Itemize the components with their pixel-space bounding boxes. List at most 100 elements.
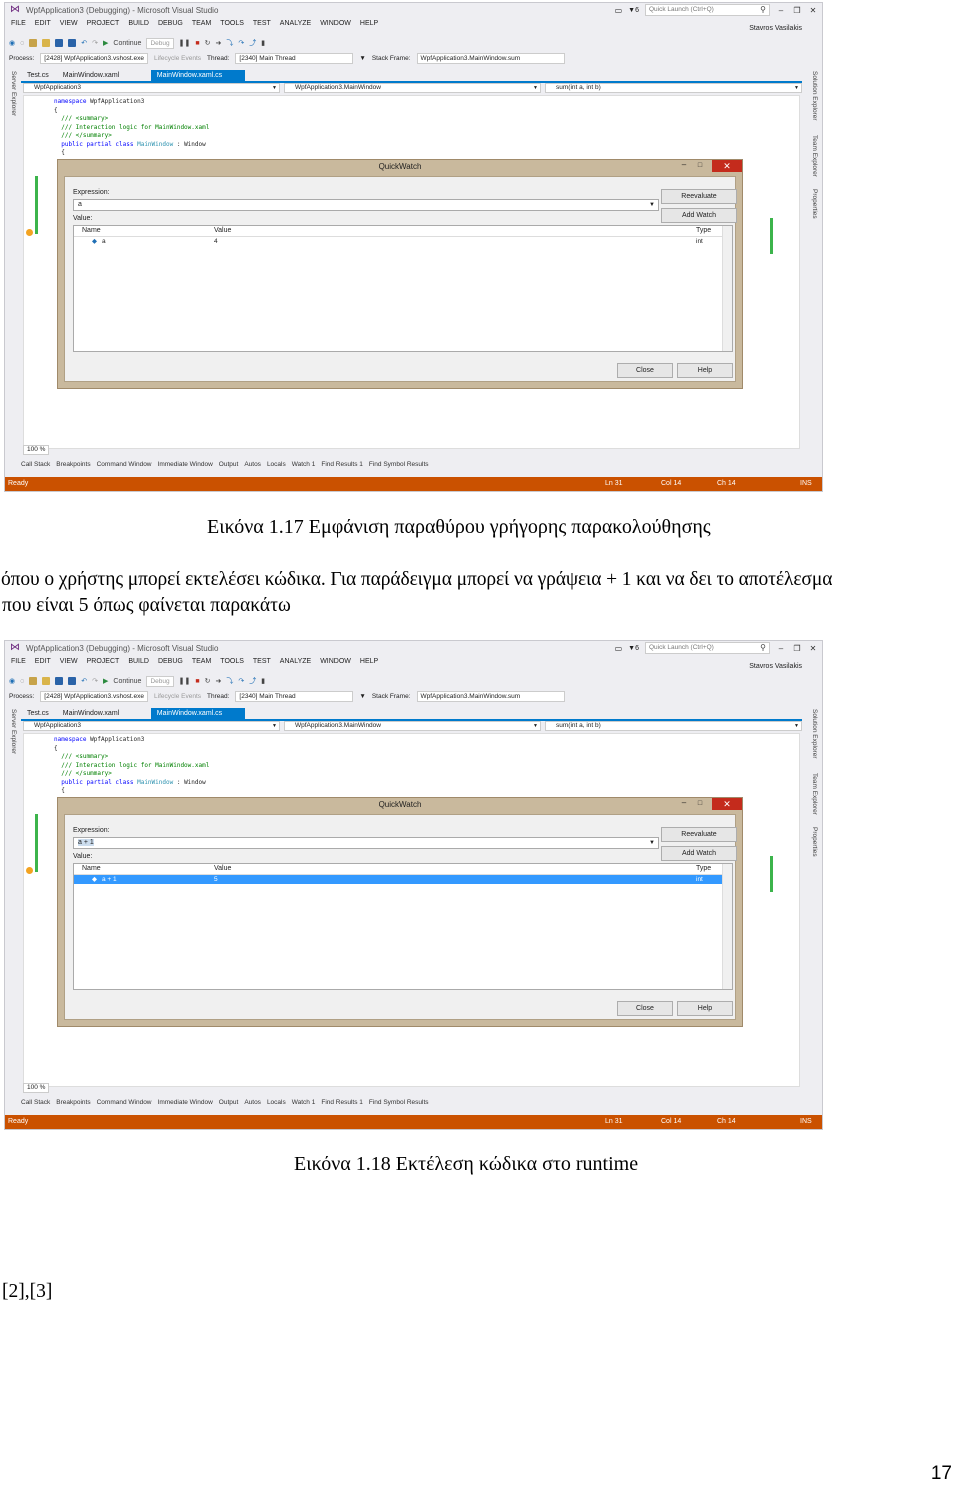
- zoom-dropdown[interactable]: 100 %: [23, 1083, 50, 1093]
- save-icon[interactable]: [55, 39, 64, 47]
- bookmark-icon[interactable]: ▮: [261, 39, 265, 47]
- column-type[interactable]: Type: [696, 226, 711, 236]
- open-icon[interactable]: [42, 677, 51, 685]
- tab-call-stack[interactable]: Call Stack: [21, 1099, 50, 1109]
- tab-breakpoints[interactable]: Breakpoints: [56, 1099, 90, 1109]
- dialog-maximize-button[interactable]: □: [694, 798, 706, 810]
- tab-find-results-1[interactable]: Find Results 1: [321, 461, 363, 471]
- reevaluate-button[interactable]: Reevaluate: [661, 189, 737, 204]
- solution-explorer-tab[interactable]: Solution Explorer: [811, 71, 818, 121]
- pause-icon[interactable]: ❚❚: [179, 677, 191, 685]
- step-into-icon[interactable]: ⤵: [226, 676, 233, 686]
- server-explorer-tab[interactable]: Server Explorer: [10, 71, 17, 116]
- add-watch-button[interactable]: Add Watch: [661, 208, 737, 223]
- step-into-icon[interactable]: ⤵: [226, 38, 233, 48]
- member-dropdown[interactable]: sum(int a, int b) ▼: [545, 721, 802, 731]
- user-name[interactable]: Stavros Vasilakis: [749, 663, 802, 670]
- lifecycle-events[interactable]: Lifecycle Events: [154, 693, 201, 700]
- restore-button[interactable]: ❐: [792, 644, 802, 653]
- redo-icon[interactable]: ↷: [92, 39, 98, 47]
- continue-button[interactable]: Continue: [113, 678, 141, 685]
- minimize-button[interactable]: –: [776, 6, 786, 15]
- menu-build[interactable]: BUILD: [128, 658, 149, 668]
- undo-icon[interactable]: ↶: [81, 677, 87, 685]
- table-row[interactable]: ◆ a 4 int: [74, 237, 722, 246]
- forward-icon[interactable]: ◌: [20, 678, 24, 685]
- thread-dropdown[interactable]: [2340] Main Thread: [235, 53, 354, 64]
- tab-immediate-window[interactable]: Immediate Window: [158, 1099, 213, 1109]
- menu-project[interactable]: PROJECT: [87, 20, 120, 30]
- menu-window[interactable]: WINDOW: [320, 20, 351, 30]
- restart-icon[interactable]: ↻: [205, 39, 211, 47]
- process-dropdown[interactable]: [2428] WpfApplication3.vshost.exe: [40, 691, 149, 702]
- tab-breakpoints[interactable]: Breakpoints: [56, 461, 90, 471]
- server-explorer-tab[interactable]: Server Explorer: [10, 709, 17, 754]
- breakpoint-icon[interactable]: [26, 229, 33, 236]
- bookmark-icon[interactable]: ▮: [261, 677, 265, 685]
- column-value[interactable]: Value: [214, 864, 231, 874]
- class-dropdown[interactable]: WpfApplication3.MainWindow ▼: [284, 721, 541, 731]
- close-dialog-button[interactable]: Close: [617, 1001, 673, 1016]
- menu-project[interactable]: PROJECT: [87, 658, 120, 668]
- grid-scrollbar[interactable]: [722, 864, 732, 989]
- project-dropdown[interactable]: WpfApplication3 ▼: [23, 83, 280, 93]
- tab-autos[interactable]: Autos: [244, 1099, 261, 1109]
- menu-file[interactable]: FILE: [11, 658, 26, 668]
- forward-icon[interactable]: ◌: [20, 40, 24, 47]
- thread-dropdown[interactable]: [2340] Main Thread: [235, 691, 354, 702]
- filter-icon[interactable]: ▼: [359, 55, 365, 62]
- notification-flag-icon[interactable]: ▼6: [628, 645, 639, 652]
- continue-button[interactable]: Continue: [113, 40, 141, 47]
- menu-analyze[interactable]: ANALYZE: [280, 20, 311, 30]
- column-type[interactable]: Type: [696, 864, 711, 874]
- close-button[interactable]: ✕: [808, 644, 818, 653]
- properties-tab[interactable]: Properties: [811, 189, 818, 219]
- config-dropdown[interactable]: Debug: [146, 675, 174, 687]
- close-dialog-button[interactable]: Close: [617, 363, 673, 378]
- minimize-button[interactable]: –: [776, 644, 786, 653]
- dialog-minimize-button[interactable]: –: [678, 160, 690, 172]
- menu-help[interactable]: HELP: [360, 658, 378, 668]
- menu-edit[interactable]: EDIT: [35, 20, 51, 30]
- config-dropdown[interactable]: Debug: [146, 37, 174, 49]
- tab-find-symbol-results[interactable]: Find Symbol Results: [369, 1099, 429, 1109]
- feedback-icon[interactable]: ▭: [615, 644, 623, 653]
- menu-build[interactable]: BUILD: [128, 20, 149, 30]
- stop-icon[interactable]: ■: [195, 40, 199, 47]
- expression-input[interactable]: a + 1 ▼: [73, 837, 659, 849]
- expression-input[interactable]: a ▼: [73, 199, 659, 211]
- quick-launch-input[interactable]: Quick Launch (Ctrl+Q) ⚲: [645, 642, 770, 654]
- menu-window[interactable]: WINDOW: [320, 658, 351, 668]
- stack-frame-dropdown[interactable]: WpfApplication3.MainWindow.sum: [416, 53, 565, 64]
- project-dropdown[interactable]: WpfApplication3 ▼: [23, 721, 280, 731]
- tab-test-cs[interactable]: Test.cs: [21, 70, 57, 81]
- dialog-maximize-button[interactable]: □: [694, 160, 706, 172]
- tab-call-stack[interactable]: Call Stack: [21, 461, 50, 471]
- tab-command-window[interactable]: Command Window: [97, 461, 152, 471]
- menu-team[interactable]: TEAM: [192, 20, 211, 30]
- step-out-icon[interactable]: ⤴: [249, 38, 256, 48]
- column-name[interactable]: Name: [82, 864, 101, 874]
- table-row[interactable]: ◆ a + 1 5 int: [74, 875, 722, 884]
- tab-watch-1[interactable]: Watch 1: [292, 1099, 316, 1109]
- tab-output[interactable]: Output: [219, 1099, 239, 1109]
- reevaluate-button[interactable]: Reevaluate: [661, 827, 737, 842]
- breakpoint-icon[interactable]: [26, 867, 33, 874]
- dialog-close-button[interactable]: ✕: [712, 798, 742, 810]
- close-button[interactable]: ✕: [808, 6, 818, 15]
- show-next-statement-icon[interactable]: ➜: [215, 39, 221, 47]
- show-next-statement-icon[interactable]: ➜: [215, 677, 221, 685]
- stack-frame-dropdown[interactable]: WpfApplication3.MainWindow.sum: [416, 691, 565, 702]
- dialog-close-button[interactable]: ✕: [712, 160, 742, 172]
- undo-icon[interactable]: ↶: [81, 39, 87, 47]
- pause-icon[interactable]: ❚❚: [179, 39, 191, 47]
- properties-tab[interactable]: Properties: [811, 827, 818, 857]
- quick-launch-input[interactable]: Quick Launch (Ctrl+Q) ⚲: [645, 4, 770, 16]
- grid-scrollbar[interactable]: [722, 226, 732, 351]
- menu-file[interactable]: FILE: [11, 20, 26, 30]
- stop-icon[interactable]: ■: [195, 678, 199, 685]
- team-explorer-tab[interactable]: Team Explorer: [811, 135, 818, 177]
- help-button[interactable]: Help: [677, 1001, 733, 1016]
- menu-help[interactable]: HELP: [360, 20, 378, 30]
- menu-analyze[interactable]: ANALYZE: [280, 658, 311, 668]
